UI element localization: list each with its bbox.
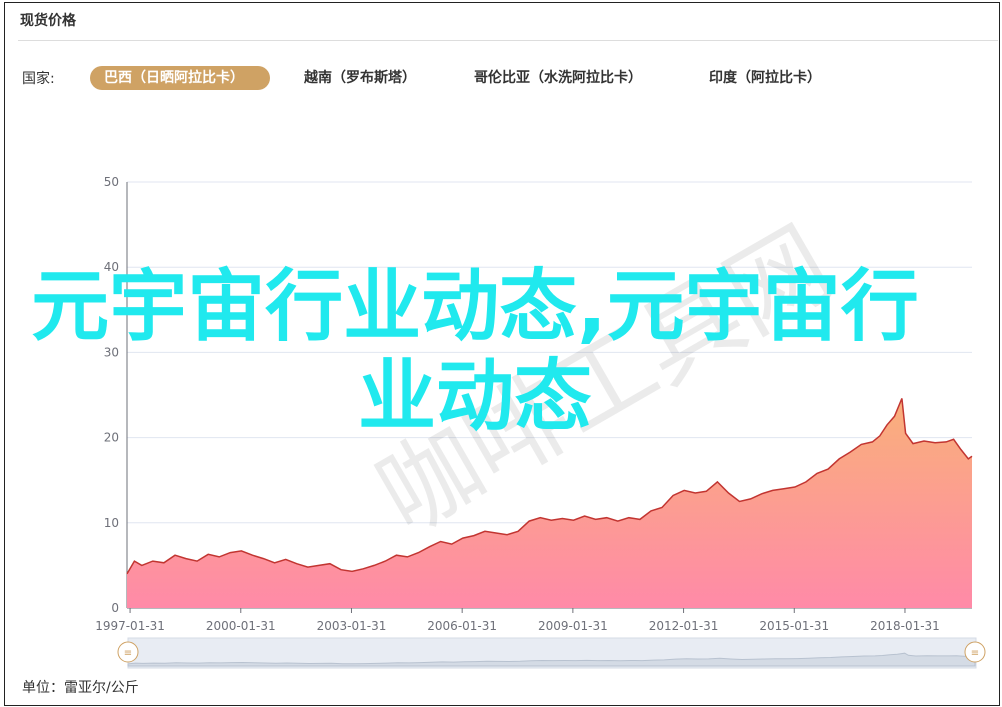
y-tick-label: 40 [104, 260, 119, 274]
x-tick-label: 2018-01-31 [870, 619, 940, 633]
y-axis: 0 10 20 30 40 50 [104, 175, 128, 615]
x-tick-label: 2012-01-31 [649, 619, 719, 633]
price-area [127, 398, 972, 608]
price-area-chart: 0 10 20 30 40 50 1997-01-31 2000-01-31 2003-01-… [95, 175, 986, 669]
x-tick-label: 2006-01-31 [427, 619, 497, 633]
y-tick-label: 0 [111, 601, 119, 615]
y-tick-label: 20 [104, 431, 119, 445]
zoom-slider[interactable]: ≡ ≡ [117, 637, 986, 669]
x-axis: 1997-01-31 2000-01-31 2003-01-31 2006-01-31… [95, 608, 940, 633]
svg-text:≡: ≡ [971, 648, 979, 659]
x-tick-label: 2000-01-31 [206, 619, 276, 633]
x-tick-label: 2009-01-31 [538, 619, 608, 633]
x-tick-label: 2003-01-31 [317, 619, 387, 633]
y-tick-label: 30 [104, 345, 119, 359]
unit-label: 单位：雷亚尔/公斤 [22, 680, 139, 696]
x-tick-label: 2015-01-31 [759, 619, 829, 633]
y-tick-label: 50 [104, 175, 119, 189]
y-tick-label: 10 [104, 516, 119, 530]
svg-text:≡: ≡ [124, 648, 132, 659]
x-tick-label: 1997-01-31 [95, 619, 165, 633]
